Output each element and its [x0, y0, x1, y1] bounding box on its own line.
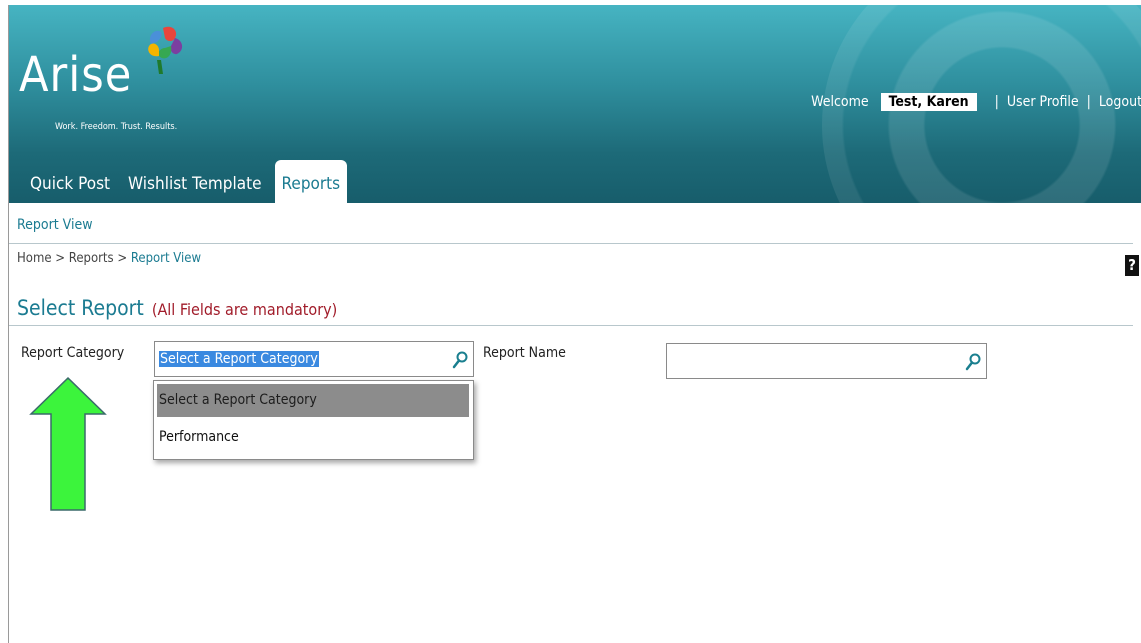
report-name-label: Report Name [483, 345, 566, 361]
report-category-label: Report Category [21, 345, 125, 361]
search-icon[interactable] [965, 353, 981, 371]
breadcrumb-current[interactable]: Report View [131, 251, 201, 266]
report-category-value: Select a Report Category [159, 351, 319, 367]
page-title-text: Select Report [17, 296, 144, 320]
tab-reports[interactable]: Reports [274, 160, 348, 203]
main-tabs: Quick Post Wishlist Template Reports [21, 160, 348, 203]
help-icon[interactable]: ? [1125, 255, 1139, 276]
breadcrumb: Home > Reports > Report View [17, 251, 201, 266]
mandatory-note: (All Fields are mandatory) [151, 300, 338, 319]
divider [9, 243, 1133, 244]
separator: | [994, 94, 999, 110]
breadcrumb-sep: > [55, 251, 66, 266]
logout-link[interactable]: Logout [1099, 94, 1141, 110]
report-category-dropdown: Select a Report Category Performance [153, 380, 474, 460]
breadcrumb-reports[interactable]: Reports [69, 251, 114, 266]
header: Arise Work. Freedom. Trust. Results. Wel… [9, 5, 1141, 203]
report-name-combobox[interactable] [666, 343, 987, 379]
page-title: Select Report (All Fields are mandatory) [17, 296, 337, 320]
separator: | [1086, 94, 1091, 110]
user-name: Test, Karen [880, 93, 977, 111]
tab-wishlist-template[interactable]: Wishlist Template [119, 160, 271, 203]
tab-quick-post[interactable]: Quick Post [21, 160, 119, 203]
app-frame: Arise Work. Freedom. Trust. Results. Wel… [8, 5, 1141, 643]
breadcrumb-sep: > [117, 251, 128, 266]
welcome-label: Welcome [811, 94, 869, 110]
user-welcome-bar: Welcome Test, Karen | User Profile | Log… [811, 93, 1141, 111]
brand-tagline: Work. Freedom. Trust. Results. [55, 122, 178, 132]
report-category-combobox[interactable]: Select a Report Category [154, 341, 474, 377]
section-link-report-view[interactable]: Report View [17, 217, 93, 233]
dropdown-option[interactable]: Performance [157, 421, 469, 454]
divider [9, 325, 1133, 326]
breadcrumb-home[interactable]: Home [17, 251, 52, 266]
brand-logo[interactable]: Arise [19, 51, 132, 99]
user-profile-link[interactable]: User Profile [1007, 94, 1079, 110]
dropdown-option[interactable]: Select a Report Category [157, 384, 469, 417]
arrow-up-icon [29, 376, 107, 511]
logo-petals-icon [148, 26, 183, 74]
search-icon[interactable] [452, 351, 468, 369]
